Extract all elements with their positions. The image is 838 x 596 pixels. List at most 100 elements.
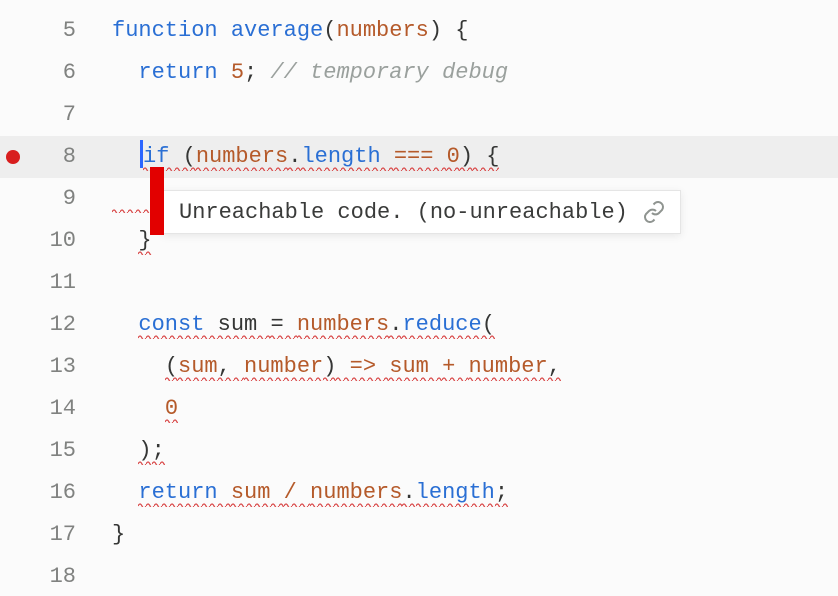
brace: {	[442, 18, 468, 43]
line-number: 8	[63, 136, 76, 178]
breakpoint-gutter[interactable]	[6, 150, 20, 164]
keyword: const	[138, 312, 217, 339]
gutter[interactable]: 10	[0, 220, 94, 262]
property: length	[301, 144, 380, 171]
punct: (	[183, 144, 196, 171]
code-line[interactable]: 14 0	[0, 388, 838, 430]
code-line[interactable]: 16 return sum / numbers.length;	[0, 472, 838, 514]
keyword: function	[112, 18, 231, 43]
identifier: numbers	[310, 480, 402, 507]
arrow: =>	[336, 354, 389, 381]
code-line[interactable]: 12 const sum = numbers.reduce(	[0, 304, 838, 346]
line-number: 10	[50, 220, 76, 262]
diagnostic-tooltip[interactable]: Unreachable code. (no-unreachable)	[162, 190, 681, 234]
number: 5	[231, 60, 244, 85]
code-line[interactable]: 17 }	[0, 514, 838, 556]
code-line[interactable]: 18	[0, 556, 838, 596]
gutter[interactable]: 17	[0, 514, 94, 556]
link-icon[interactable]	[638, 196, 670, 228]
gutter[interactable]: 6	[0, 52, 94, 94]
punct: ;	[152, 438, 165, 465]
punct: )	[323, 354, 336, 381]
identifier: sum	[218, 312, 271, 339]
param: sum	[178, 354, 218, 381]
gutter[interactable]: 12	[0, 304, 94, 346]
code-content[interactable]: 0	[94, 388, 838, 430]
code-content[interactable]: (sum, number) => sum + number,	[94, 346, 838, 388]
gutter[interactable]: 11	[0, 262, 94, 304]
dot: .	[288, 144, 301, 171]
gutter[interactable]: 5	[0, 10, 94, 52]
number: 0	[447, 144, 460, 171]
operator: =	[270, 312, 296, 339]
line-number: 5	[63, 10, 76, 52]
punct: )	[138, 438, 151, 465]
punct: (	[482, 312, 495, 339]
keyword: return	[138, 480, 230, 507]
line-number: 16	[50, 472, 76, 514]
code-content[interactable]: return sum / numbers.length;	[94, 472, 838, 514]
dot: .	[389, 312, 402, 339]
code-content[interactable]: if (numbers.length === 0) {	[94, 136, 838, 178]
gutter[interactable]: 9	[0, 178, 94, 220]
gutter[interactable]: 13	[0, 346, 94, 388]
error-marker-icon	[150, 167, 164, 235]
gutter[interactable]: 18	[0, 556, 94, 596]
punct: )	[460, 144, 473, 171]
identifier: sum	[231, 480, 284, 507]
operator: ===	[394, 144, 447, 171]
comma: ,	[548, 354, 561, 381]
gutter[interactable]: 7	[0, 94, 94, 136]
line-number: 11	[50, 262, 76, 304]
breakpoint-icon[interactable]	[6, 150, 20, 164]
identifier: number	[468, 354, 547, 381]
comment: // temporary debug	[257, 60, 508, 85]
code-content[interactable]: return 5; // temporary debug	[94, 52, 838, 94]
operator: +	[442, 354, 468, 381]
tooltip-message: Unreachable code. (no-unreachable)	[163, 200, 638, 225]
number: 0	[165, 396, 178, 423]
identifier: sum	[389, 354, 442, 381]
line-number: 18	[50, 556, 76, 596]
line-number: 6	[63, 52, 76, 94]
code-content[interactable]: }	[94, 514, 838, 556]
brace: }	[112, 522, 125, 547]
operator: /	[284, 480, 310, 507]
line-number: 12	[50, 304, 76, 346]
function-name: average	[231, 18, 323, 43]
code-line[interactable]: 11	[0, 262, 838, 304]
line-number: 14	[50, 388, 76, 430]
identifier: numbers	[196, 144, 288, 171]
keyword: return	[138, 60, 230, 85]
identifier: numbers	[297, 312, 389, 339]
punct: ;	[495, 480, 508, 507]
code-content[interactable]: );	[94, 430, 838, 472]
code-content[interactable]: function average(numbers) {	[94, 10, 838, 52]
code-line-active[interactable]: 8 if (numbers.length === 0) {	[0, 136, 838, 178]
dot: .	[402, 480, 415, 507]
code-line[interactable]: 13 (sum, number) => sum + number,	[0, 346, 838, 388]
param: numbers	[336, 18, 428, 43]
punct: (	[323, 18, 336, 43]
param: number	[244, 354, 323, 381]
brace: {	[473, 144, 499, 171]
line-number: 13	[50, 346, 76, 388]
gutter[interactable]: 8	[0, 136, 94, 178]
gutter[interactable]: 16	[0, 472, 94, 514]
line-number: 7	[63, 94, 76, 136]
gutter[interactable]: 14	[0, 388, 94, 430]
space	[381, 144, 394, 171]
code-line[interactable]: 6 return 5; // temporary debug	[0, 52, 838, 94]
comma: ,	[218, 354, 244, 381]
punct: ;	[244, 60, 257, 85]
code-line[interactable]: 15 );	[0, 430, 838, 472]
line-number: 15	[50, 430, 76, 472]
property: length	[416, 480, 495, 507]
text-cursor	[140, 140, 143, 168]
code-line[interactable]: 5 function average(numbers) {	[0, 10, 838, 52]
line-number: 17	[50, 514, 76, 556]
code-line[interactable]: 7	[0, 94, 838, 136]
code-editor[interactable]: 5 function average(numbers) { 6 return 5…	[0, 0, 838, 596]
code-content[interactable]: const sum = numbers.reduce(	[94, 304, 838, 346]
gutter[interactable]: 15	[0, 430, 94, 472]
